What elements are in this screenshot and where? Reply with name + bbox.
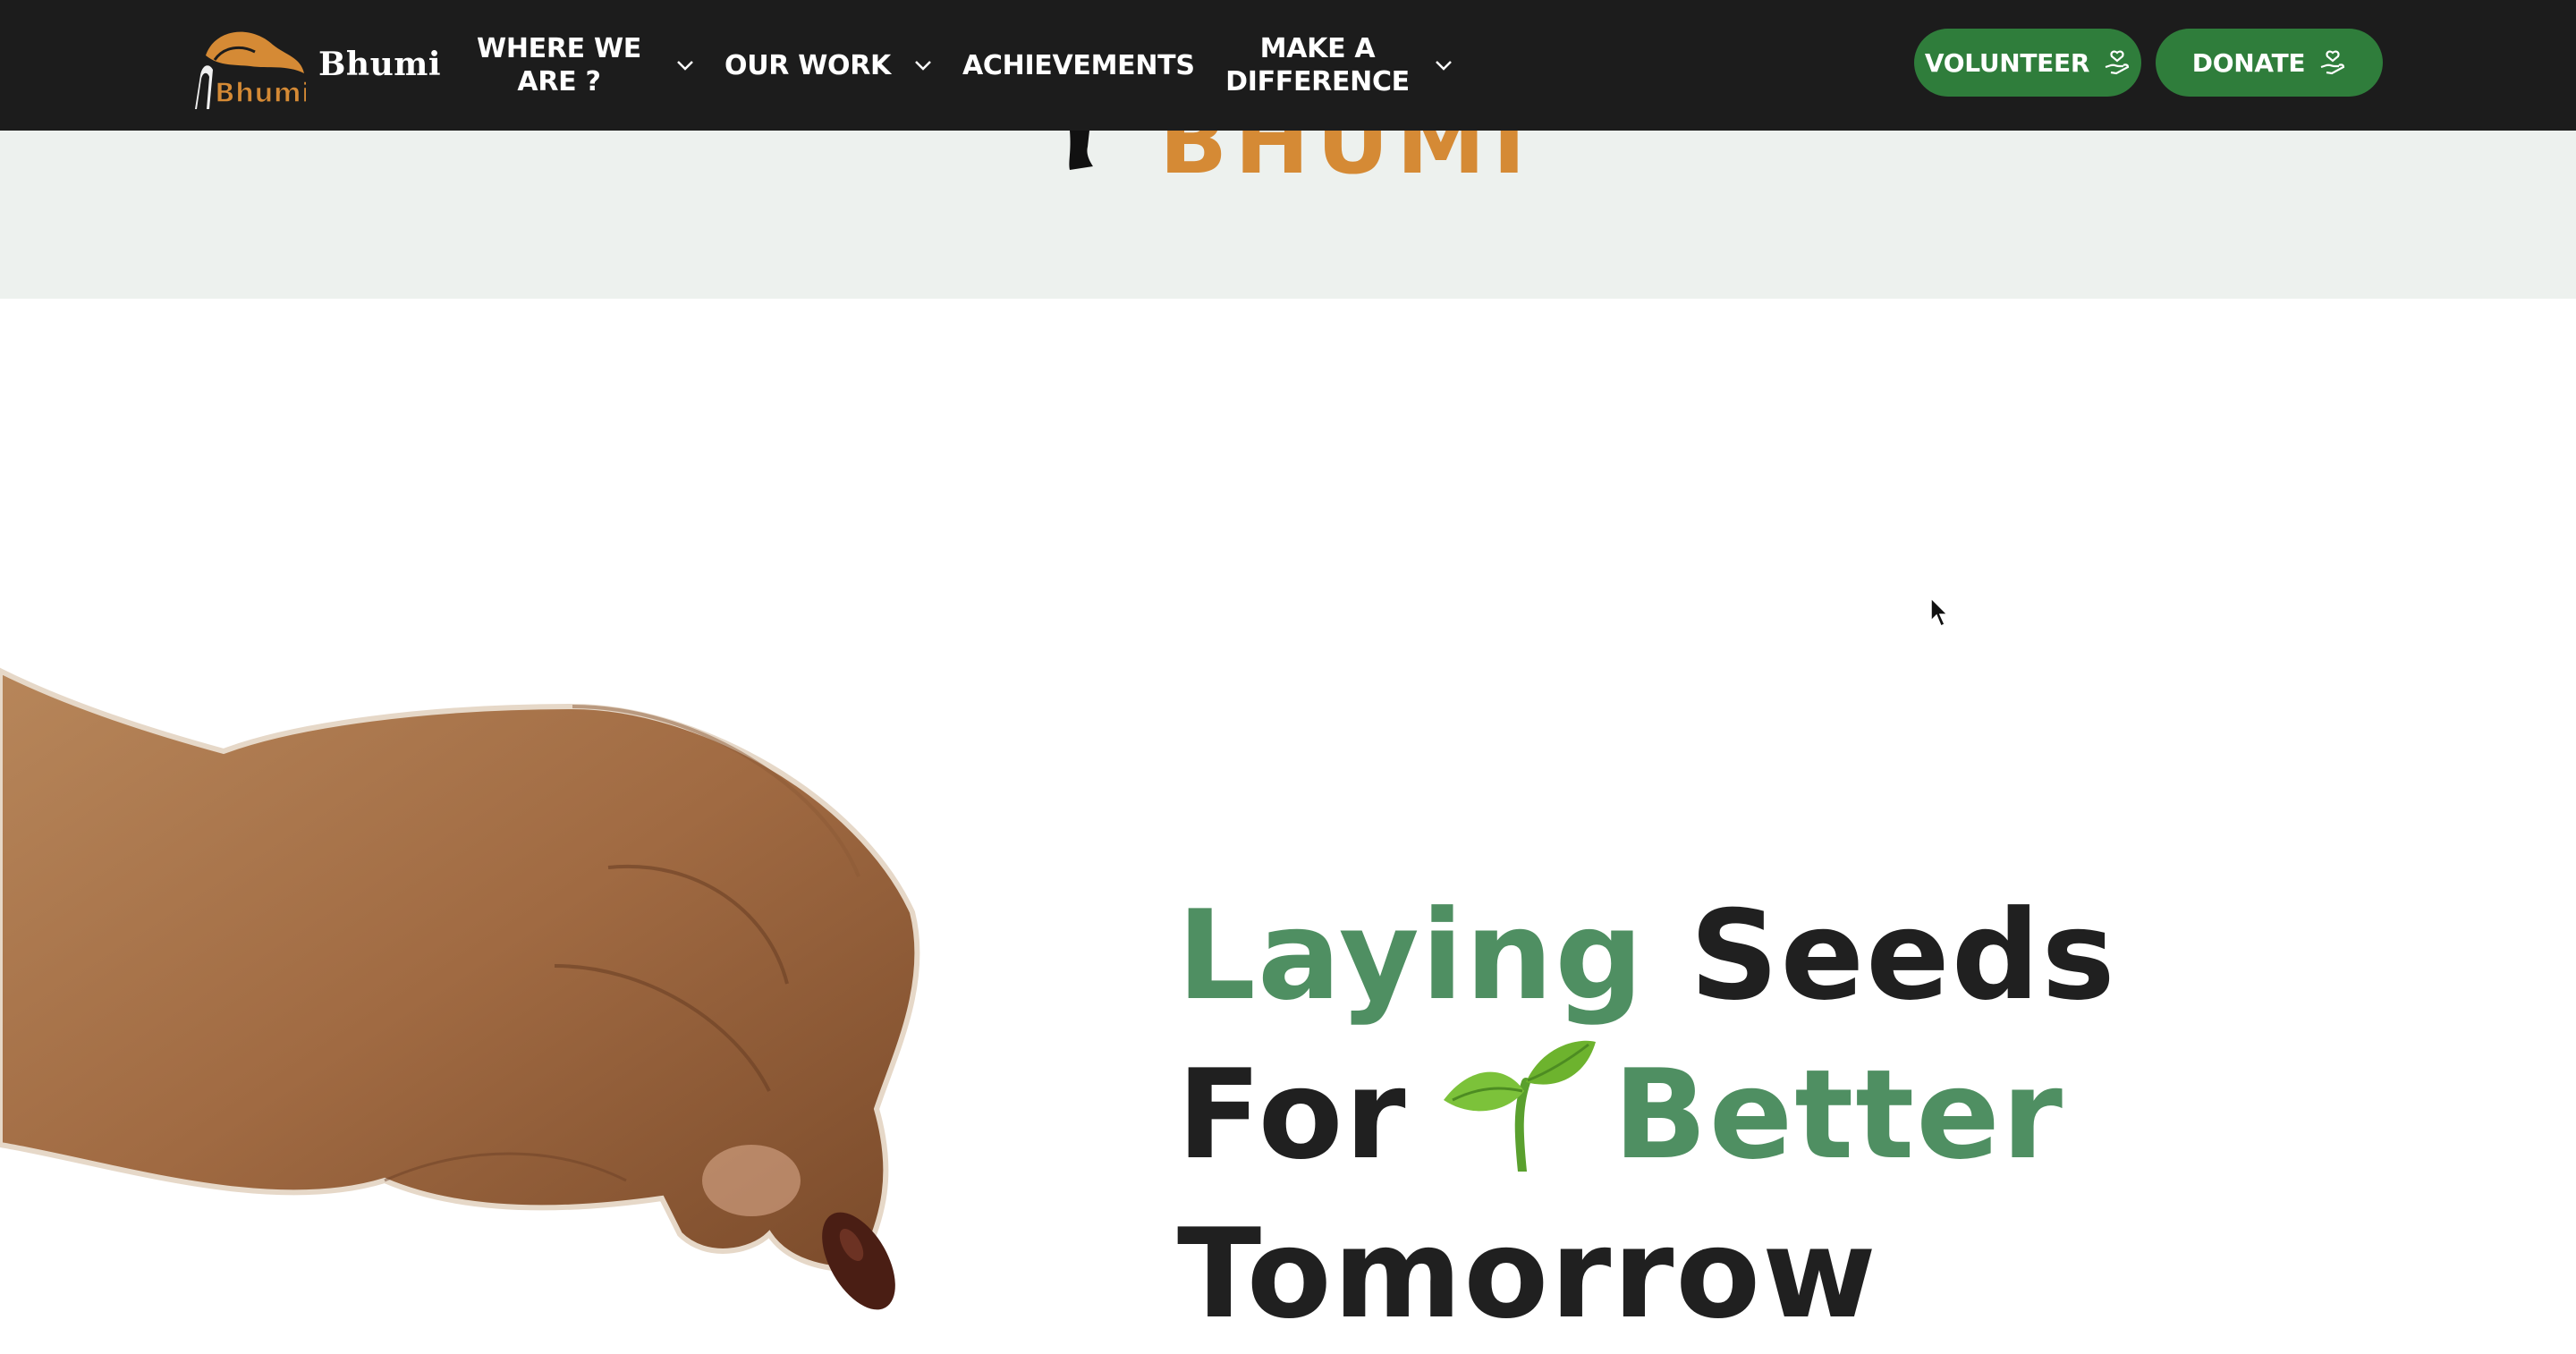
hero-headline: Laying Seeds For Better Tomorrow [1177,876,2117,1354]
headline-word: Better [1613,1043,2064,1187]
headline-word: For [1177,1043,1408,1187]
hand-heart-icon [2105,50,2130,75]
headline-line-1: Laying Seeds [1177,876,2117,1036]
chevron-down-icon [677,61,693,71]
headline-word: Laying [1177,884,1646,1028]
nav-where-we-are[interactable]: WHERE WE ARE ? [465,0,694,131]
headline-line-2: For Better [1177,1036,2117,1195]
brand-name: Bhumi [318,46,442,83]
volunteer-button[interactable]: VOLUNTEER [1914,29,2141,97]
chevron-down-icon [1436,61,1452,71]
hand-with-seed-image [0,667,920,1310]
svg-text:Bhumi: Bhumi [215,78,306,109]
nav-label: WHERE WE ARE ? [477,33,641,97]
nav-our-work[interactable]: OUR WORK [724,0,932,131]
headline-word: Seeds [1690,884,2117,1028]
nav-label: OUR WORK [724,49,891,81]
nav-label: ACHIEVEMENTS [962,49,1195,81]
donate-label: DONATE [2191,47,2306,78]
nav-make-a-difference[interactable]: MAKE A DIFFERENCE [1224,0,1453,131]
nav-achievements[interactable]: ACHIEVEMENTS [962,0,1195,131]
bhumi-logo-icon: Bhumi [195,31,306,109]
donate-button[interactable]: DONATE [2156,29,2383,97]
logo-figure-fragment [1069,131,1093,170]
nav-label: MAKE A DIFFERENCE [1225,33,1410,97]
hand-heart-icon [2320,50,2345,75]
headline-word: Tomorrow [1177,1202,1878,1346]
chevron-down-icon [915,61,931,71]
mouse-cursor-icon [1930,597,1949,628]
brand-logo[interactable]: Bhumi Bhumi [188,20,441,109]
sprout-icon [1443,1040,1596,1172]
volunteer-label: VOLUNTEER [1924,47,2090,78]
top-navbar: Bhumi Bhumi WHERE WE ARE ? OUR WORK ACHI… [0,0,2576,131]
headline-line-3: Tomorrow [1177,1195,2117,1354]
